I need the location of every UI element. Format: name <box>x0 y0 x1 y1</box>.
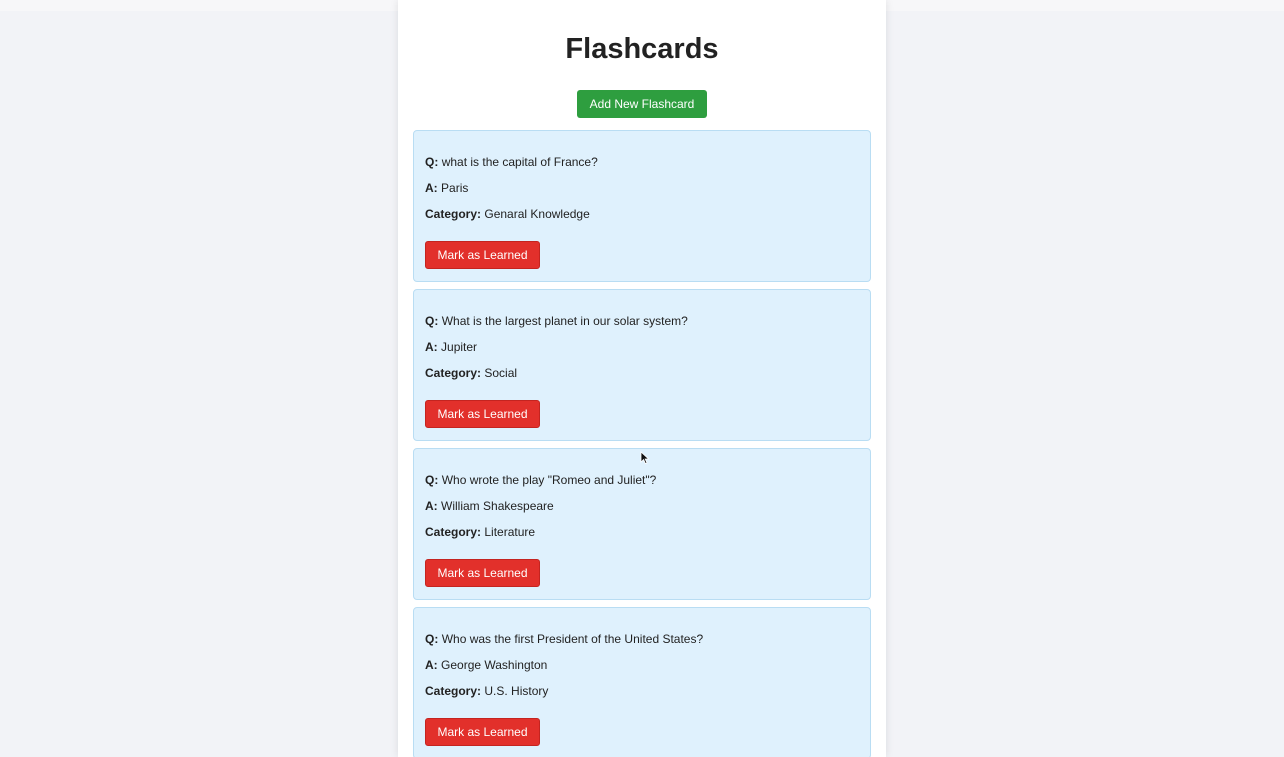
category-label: Category: <box>425 684 482 698</box>
question-text: What is the largest planet in our solar … <box>441 314 688 328</box>
answer-label: A: <box>425 340 438 354</box>
question-line: Q: what is the capital of France? <box>425 155 598 169</box>
question-label: Q: <box>425 473 439 487</box>
answer-text: William Shakespeare <box>441 499 554 513</box>
category-line: Category: Literature <box>425 525 535 539</box>
flashcards-container: Flashcards Add New Flashcard Q: what is … <box>398 0 886 757</box>
flashcard: Q: Who was the first President of the Un… <box>413 607 871 757</box>
flashcard: Q: what is the capital of France? A: Par… <box>413 130 871 282</box>
category-label: Category: <box>425 207 482 221</box>
answer-line: A: George Washington <box>425 658 547 672</box>
answer-label: A: <box>425 658 438 672</box>
question-text: Who wrote the play "Romeo and Juliet"? <box>441 473 657 487</box>
category-text: Social <box>484 366 518 380</box>
answer-label: A: <box>425 499 438 513</box>
mark-as-learned-button[interactable]: Mark as Learned <box>425 241 540 269</box>
question-label: Q: <box>425 155 439 169</box>
category-text: Genaral Knowledge <box>484 207 590 221</box>
answer-line: A: Jupiter <box>425 340 477 354</box>
flashcard: Q: What is the largest planet in our sol… <box>413 289 871 441</box>
answer-text: George Washington <box>441 658 548 672</box>
question-label: Q: <box>425 314 439 328</box>
category-line: Category: Social <box>425 366 517 380</box>
mark-as-learned-button[interactable]: Mark as Learned <box>425 559 540 587</box>
category-label: Category: <box>425 366 482 380</box>
page-title: Flashcards <box>565 33 719 65</box>
flashcard: Q: Who wrote the play "Romeo and Juliet"… <box>413 448 871 600</box>
question-text: what is the capital of France? <box>441 155 598 169</box>
answer-line: A: William Shakespeare <box>425 499 554 513</box>
add-new-flashcard-button[interactable]: Add New Flashcard <box>577 90 707 118</box>
answer-label: A: <box>425 181 438 195</box>
question-line: Q: What is the largest planet in our sol… <box>425 314 688 328</box>
answer-text: Paris <box>441 181 469 195</box>
category-line: Category: U.S. History <box>425 684 548 698</box>
question-text: Who was the first President of the Unite… <box>441 632 704 646</box>
answer-line: A: Paris <box>425 181 468 195</box>
question-label: Q: <box>425 632 439 646</box>
mark-as-learned-button[interactable]: Mark as Learned <box>425 718 540 746</box>
mark-as-learned-button[interactable]: Mark as Learned <box>425 400 540 428</box>
question-line: Q: Who wrote the play "Romeo and Juliet"… <box>425 473 656 487</box>
category-line: Category: Genaral Knowledge <box>425 207 590 221</box>
answer-text: Jupiter <box>441 340 478 354</box>
category-text: U.S. History <box>484 684 549 698</box>
question-line: Q: Who was the first President of the Un… <box>425 632 703 646</box>
category-label: Category: <box>425 525 482 539</box>
category-text: Literature <box>484 525 536 539</box>
flashcard-list: Q: what is the capital of France? A: Par… <box>413 130 871 757</box>
